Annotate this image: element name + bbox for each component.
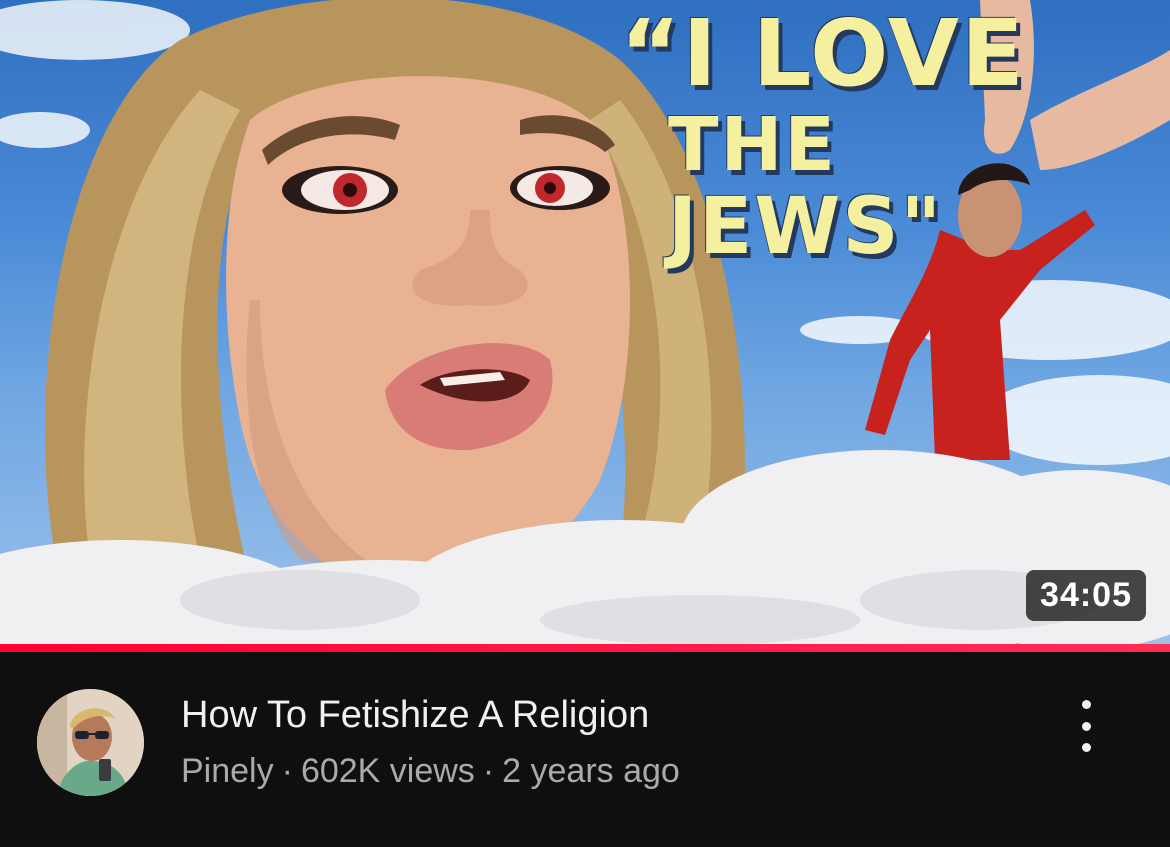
view-count: 602K views bbox=[300, 752, 475, 790]
avatar-image bbox=[37, 689, 144, 796]
thumbnail-text-line2: THE bbox=[668, 102, 837, 188]
video-card[interactable]: “I LOVE THE JEWS" 34:05 How To Fetishize… bbox=[0, 0, 1170, 847]
menu-dot bbox=[1081, 700, 1091, 709]
thumbnail-text-line1: “I LOVE bbox=[620, 0, 1026, 107]
watch-progress-bar bbox=[0, 644, 1170, 652]
menu-dot bbox=[1081, 743, 1091, 752]
video-title[interactable]: How To Fetishize A Religion bbox=[181, 694, 649, 737]
menu-dot bbox=[1081, 721, 1091, 731]
watch-progress-fill bbox=[0, 644, 1170, 652]
video-metadata: Pinely · 602K views · 2 years ago bbox=[181, 752, 680, 791]
channel-avatar[interactable] bbox=[37, 689, 144, 796]
separator: · bbox=[281, 752, 293, 790]
separator: · bbox=[482, 752, 495, 790]
duration-badge: 34:05 bbox=[1026, 570, 1146, 621]
more-vert-icon[interactable] bbox=[1062, 694, 1110, 758]
channel-name[interactable]: Pinely bbox=[181, 752, 274, 790]
upload-age: 2 years ago bbox=[502, 752, 680, 790]
video-thumbnail[interactable]: “I LOVE THE JEWS" 34:05 bbox=[0, 0, 1170, 644]
thumbnail-text-line3: JEWS" bbox=[668, 182, 944, 272]
